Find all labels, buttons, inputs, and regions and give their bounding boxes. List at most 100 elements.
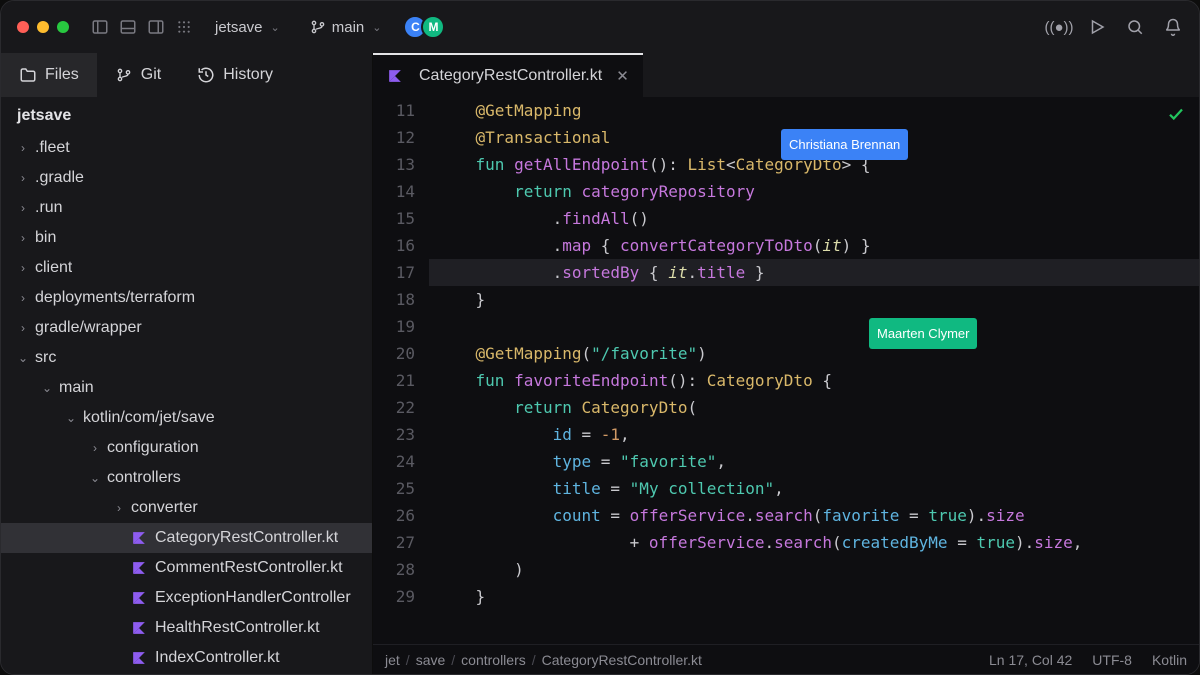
kotlin-file-icon bbox=[131, 620, 147, 636]
code-line[interactable]: + offerService.search(createdByMe = true… bbox=[429, 529, 1199, 556]
cursor-position[interactable]: Ln 17, Col 42 bbox=[989, 652, 1072, 668]
tree-file[interactable]: CategoryRestController.kt bbox=[1, 523, 372, 553]
project-name-label: jetsave bbox=[215, 19, 263, 36]
code-line[interactable] bbox=[429, 313, 1199, 340]
editor-tabs: CategoryRestController.kt ✕ bbox=[373, 53, 1199, 97]
branch-selector[interactable]: main ⌄ bbox=[302, 15, 390, 40]
tree-item-label: .fleet bbox=[35, 139, 70, 157]
kotlin-file-icon bbox=[131, 650, 147, 666]
chevron-down-icon: ⌄ bbox=[271, 21, 280, 34]
close-tab-icon[interactable]: ✕ bbox=[616, 67, 629, 85]
tree-file[interactable]: ExceptionHandlerController bbox=[1, 583, 372, 613]
project-selector[interactable]: jetsave ⌄ bbox=[207, 15, 288, 40]
code-line[interactable]: title = "My collection", bbox=[429, 475, 1199, 502]
tree-file[interactable]: CommentRestController.kt bbox=[1, 553, 372, 583]
code-line[interactable]: @GetMapping bbox=[429, 97, 1199, 124]
code-area[interactable]: 11121314151617181920212223242526272829 @… bbox=[373, 97, 1199, 644]
code-line[interactable]: fun favoriteEndpoint(): CategoryDto { bbox=[429, 367, 1199, 394]
tree-item-label: deployments/terraform bbox=[35, 289, 195, 307]
language-mode[interactable]: Kotlin bbox=[1152, 652, 1187, 668]
editor-tab-label: CategoryRestController.kt bbox=[419, 67, 602, 85]
code-line[interactable]: type = "favorite", bbox=[429, 448, 1199, 475]
encoding[interactable]: UTF-8 bbox=[1092, 652, 1132, 668]
tree-folder[interactable]: › converter bbox=[1, 493, 372, 523]
tree-arrow-icon: › bbox=[17, 321, 29, 335]
close-window-button[interactable] bbox=[17, 21, 29, 33]
code-line[interactable]: id = -1, bbox=[429, 421, 1199, 448]
code-line[interactable]: .sortedBy { it.title } bbox=[429, 259, 1199, 286]
tree-arrow-icon: › bbox=[113, 501, 125, 515]
tree-arrow-icon: › bbox=[89, 441, 101, 455]
tree-item-label: main bbox=[59, 379, 94, 397]
tree-folder[interactable]: ›client bbox=[1, 253, 372, 283]
breadcrumb-item[interactable]: CategoryRestController.kt bbox=[542, 652, 702, 668]
tree-folder[interactable]: ›bin bbox=[1, 223, 372, 253]
avatar[interactable]: M bbox=[421, 15, 445, 39]
tree-folder[interactable]: ›configuration bbox=[1, 433, 372, 463]
ide-window: jetsave ⌄ main ⌄ C M ((●)) Files bbox=[0, 0, 1200, 675]
code-line[interactable]: } bbox=[429, 583, 1199, 610]
maximize-window-button[interactable] bbox=[57, 21, 69, 33]
code-line[interactable]: } bbox=[429, 286, 1199, 313]
tree-item-label: .gradle bbox=[35, 169, 84, 187]
breadcrumbs[interactable]: jet / save / controllers / CategoryRestC… bbox=[385, 652, 702, 668]
tree-arrow-icon: › bbox=[17, 171, 29, 185]
folder-icon bbox=[19, 66, 37, 84]
tree-arrow-icon: ⌄ bbox=[89, 471, 101, 485]
tree-folder[interactable]: ⌄kotlin/com/jet/save bbox=[1, 403, 372, 433]
code-line[interactable]: ) bbox=[429, 556, 1199, 583]
grid-icon[interactable] bbox=[175, 18, 193, 36]
tree-arrow-icon: ⌄ bbox=[65, 411, 77, 425]
code-line[interactable]: count = offerService.search(favorite = t… bbox=[429, 502, 1199, 529]
tree-item-label: gradle/wrapper bbox=[35, 319, 142, 337]
file-tree: ›.fleet›.gradle›.run›bin›client›deployme… bbox=[1, 133, 372, 674]
tree-item-label: converter bbox=[131, 499, 198, 517]
code-line[interactable]: @GetMapping("/favorite") bbox=[429, 340, 1199, 367]
tab-files[interactable]: Files bbox=[1, 53, 97, 97]
tab-history[interactable]: History bbox=[179, 53, 291, 97]
kotlin-file-icon bbox=[387, 68, 403, 84]
left-panel-toggle-icon[interactable] bbox=[91, 18, 109, 36]
window-controls bbox=[17, 21, 69, 33]
tree-folder[interactable]: ›.fleet bbox=[1, 133, 372, 163]
tree-folder[interactable]: ⌄main bbox=[1, 373, 372, 403]
code-line[interactable]: return CategoryDto( bbox=[429, 394, 1199, 421]
kotlin-file-icon bbox=[131, 560, 147, 576]
code-line[interactable]: return categoryRepository bbox=[429, 178, 1199, 205]
collaborator-avatars[interactable]: C M bbox=[403, 15, 445, 39]
tree-arrow-icon: › bbox=[17, 231, 29, 245]
kotlin-file-icon bbox=[131, 530, 147, 546]
sidebar-tabs: Files Git History bbox=[1, 53, 372, 97]
project-root-label[interactable]: jetsave bbox=[1, 97, 372, 133]
tree-file[interactable]: IndexController.kt bbox=[1, 643, 372, 673]
tab-git[interactable]: Git bbox=[97, 53, 179, 97]
tree-folder[interactable]: ⌄controllers bbox=[1, 463, 372, 493]
broadcast-icon[interactable]: ((●)) bbox=[1049, 17, 1069, 37]
history-icon bbox=[197, 66, 215, 84]
tree-folder[interactable]: › deployments/terraform bbox=[1, 283, 372, 313]
code-content[interactable]: @GetMapping @Transactional fun getAllEnd… bbox=[429, 97, 1199, 644]
breadcrumb-item[interactable]: controllers bbox=[461, 652, 526, 668]
git-icon bbox=[115, 66, 133, 84]
editor-tab[interactable]: CategoryRestController.kt ✕ bbox=[373, 53, 643, 97]
tree-folder[interactable]: › gradle/wrapper bbox=[1, 313, 372, 343]
collaborator-cursor-label: Maarten Clymer bbox=[869, 318, 977, 349]
right-panel-toggle-icon[interactable] bbox=[147, 18, 165, 36]
tree-arrow-icon: › bbox=[17, 261, 29, 275]
tree-folder[interactable]: ›.run bbox=[1, 193, 372, 223]
search-icon[interactable] bbox=[1125, 17, 1145, 37]
run-icon[interactable] bbox=[1087, 17, 1107, 37]
status-bar: jet / save / controllers / CategoryRestC… bbox=[373, 644, 1199, 674]
bell-icon[interactable] bbox=[1163, 17, 1183, 37]
minimize-window-button[interactable] bbox=[37, 21, 49, 33]
code-line[interactable]: .map { convertCategoryToDto(it) } bbox=[429, 232, 1199, 259]
tree-arrow-icon: › bbox=[17, 291, 29, 305]
tree-folder[interactable]: › .gradle bbox=[1, 163, 372, 193]
code-line[interactable]: .findAll() bbox=[429, 205, 1199, 232]
titlebar: jetsave ⌄ main ⌄ C M ((●)) bbox=[1, 1, 1199, 53]
breadcrumb-item[interactable]: jet bbox=[385, 652, 400, 668]
bottom-panel-toggle-icon[interactable] bbox=[119, 18, 137, 36]
tree-folder[interactable]: ⌄src bbox=[1, 343, 372, 373]
tree-file[interactable]: HealthRestController.kt bbox=[1, 613, 372, 643]
breadcrumb-item[interactable]: save bbox=[416, 652, 446, 668]
